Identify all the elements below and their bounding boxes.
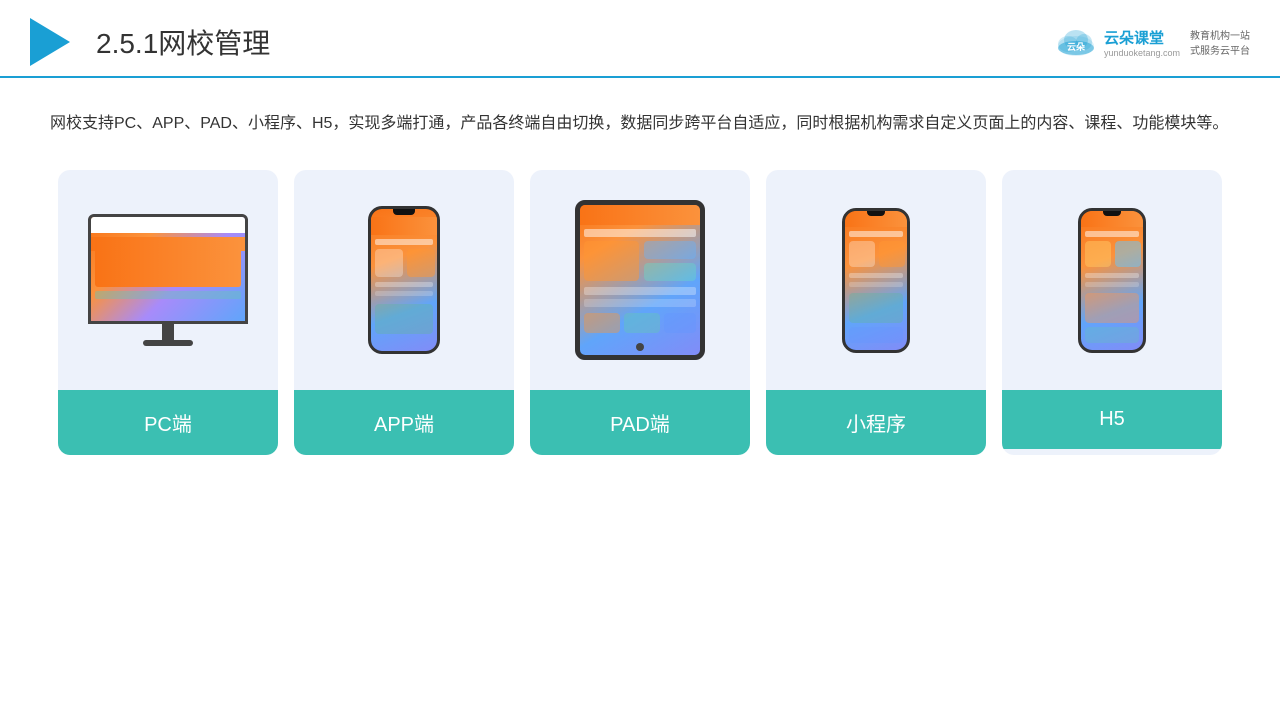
card-mini: 小程序 [766,170,986,455]
card-image-mini [766,170,986,390]
logo-area: 云朵 云朵课堂 yunduoketang.com 教育机构一站 式服务云平台 [1054,26,1250,58]
card-image-pad [530,170,750,390]
logo-tagline: 教育机构一站 式服务云平台 [1190,27,1250,57]
monitor-neck [162,324,174,340]
logo-text: 云朵课堂 yunduoketang.com [1104,27,1180,58]
page-header: 2.5.1网校管理 云朵 云朵课堂 yunduoketang.com 教育机构一… [0,0,1280,78]
page-title: 2.5.1网校管理 [96,22,270,62]
pc-device-mock [88,214,248,346]
card-label-pc: PC端 [58,390,278,455]
card-label-h5: H5 [1002,390,1222,449]
header-left: 2.5.1网校管理 [30,18,270,66]
description-text: 网校支持PC、APP、PAD、小程序、H5，实现多端打通，产品各终端自由切换，数… [50,108,1230,140]
cards-container: PC端 APP端 [50,170,1230,455]
monitor-base [143,340,193,346]
card-image-pc [58,170,278,390]
tablet-home-button [636,343,644,351]
h5-screen [1081,211,1143,350]
title-prefix: 2.5.1 [96,28,158,59]
card-h5: H5 [1002,170,1222,455]
phone-notch-app [393,209,415,215]
card-app: APP端 [294,170,514,455]
card-label-mini: 小程序 [766,390,986,455]
pad-device-mock [575,200,705,360]
title-main: 网校管理 [158,28,270,59]
tagline-line1: 教育机构一站 [1190,27,1250,42]
pad-screen [580,205,700,355]
card-label-pad: PAD端 [530,390,750,455]
card-image-h5 [1002,170,1222,390]
brand-name: 云朵课堂 [1104,27,1180,48]
card-pad: PAD端 [530,170,750,455]
h5-device-mock [1078,208,1146,353]
monitor-body [88,214,248,324]
card-pc: PC端 [58,170,278,455]
app-screen [371,209,437,351]
app-device-mock [368,206,440,354]
mini-device-mock [842,208,910,353]
tagline-line2: 式服务云平台 [1190,42,1250,57]
mini-screen [845,211,907,350]
logo-url: yunduoketang.com [1104,48,1180,58]
monitor-screen [91,217,245,321]
play-icon [30,18,70,66]
svg-text:云朵: 云朵 [1067,42,1086,52]
logo-cloud: 云朵 云朵课堂 yunduoketang.com 教育机构一站 式服务云平台 [1054,26,1250,58]
card-image-app [294,170,514,390]
card-label-app: APP端 [294,390,514,455]
cloud-icon: 云朵 [1054,26,1098,58]
main-content: 网校支持PC、APP、PAD、小程序、H5，实现多端打通，产品各终端自由切换，数… [0,78,1280,485]
